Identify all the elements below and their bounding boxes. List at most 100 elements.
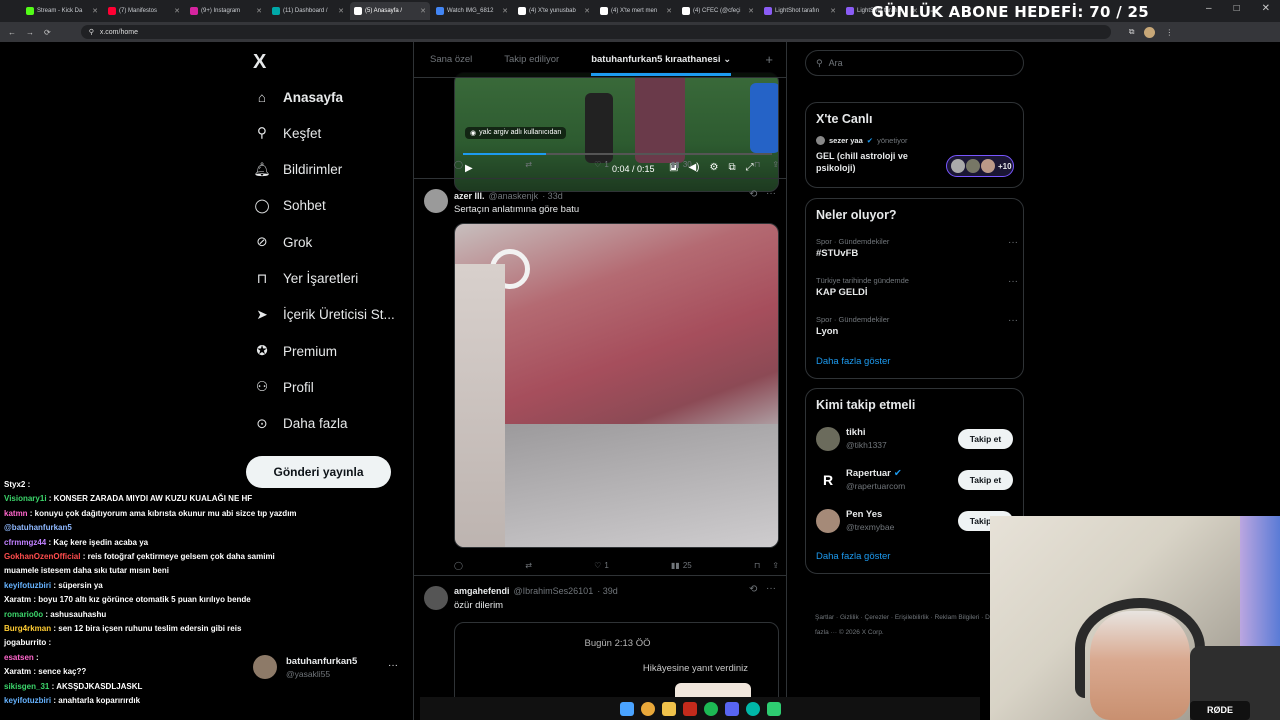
trend-more-icon[interactable]: ···: [1008, 276, 1018, 287]
host-name[interactable]: sezer yaa: [829, 136, 863, 145]
forward-icon[interactable]: →: [26, 28, 34, 37]
spotify-icon[interactable]: [703, 701, 718, 716]
bookmark-icon[interactable]: ⊓: [754, 160, 760, 169]
trend-item[interactable]: Türkiye tarihinde gündemde KAP GELDİ ···: [816, 276, 1018, 298]
views-action[interactable]: ▮▮ 30: [671, 160, 692, 169]
browser-tab[interactable]: Watch IMG_6812 ✕: [432, 2, 512, 20]
tweet-author-name[interactable]: azer III.: [454, 191, 485, 201]
trend-more-icon[interactable]: ···: [1008, 237, 1018, 248]
share-icon[interactable]: ⇪: [772, 160, 779, 169]
tweet-time[interactable]: · 39d: [597, 586, 618, 596]
tab-sana-ozel[interactable]: Sana özel: [430, 54, 472, 65]
tweet-more-icon[interactable]: ···: [766, 188, 776, 199]
footer-link[interactable]: Gizlilik: [840, 614, 859, 621]
close-window-icon[interactable]: ✕: [1262, 3, 1270, 14]
browser-tab[interactable]: (11) Dashboard / ✕: [268, 2, 348, 20]
trend-item[interactable]: Spor · Gündemdekiler Lyon ···: [816, 315, 1018, 337]
add-tab-icon[interactable]: +: [765, 52, 773, 67]
minimize-icon[interactable]: –: [1206, 3, 1212, 14]
nav-item-grok[interactable]: ⊘ Grok: [253, 233, 312, 251]
site-info-icon[interactable]: ⚲: [89, 28, 94, 36]
browser-tab[interactable]: (4) CFEC (@cfeçi ✕: [678, 2, 758, 20]
reload-icon[interactable]: ⟳: [44, 28, 51, 37]
chrome-icon[interactable]: [640, 701, 655, 716]
browser-menu-icon[interactable]: ⋮: [1165, 28, 1173, 37]
tweet-author-handle[interactable]: @anaskenjk: [489, 191, 539, 201]
browser-tab[interactable]: (5) Anasayfa / ✕: [350, 2, 430, 20]
nav-item-bookmark[interactable]: ⊓ Yer İşaretleri: [253, 270, 359, 288]
follow-button[interactable]: Takip et: [958, 470, 1013, 490]
windows-start-icon[interactable]: [619, 701, 634, 716]
trends-show-more[interactable]: Daha fazla göster: [816, 356, 890, 367]
follow-button[interactable]: Takip et: [958, 429, 1013, 449]
app-icon[interactable]: [745, 701, 760, 716]
trend-more-icon[interactable]: ···: [1008, 315, 1018, 326]
extensions-icon[interactable]: ⧉: [1129, 27, 1135, 37]
nav-item-more[interactable]: ⊙ Daha fazla: [253, 415, 347, 433]
browser-tab[interactable]: (4) X'te yunusbab ✕: [514, 2, 594, 20]
bookmark-icon[interactable]: ⊓: [754, 561, 760, 570]
browser-tab[interactable]: (7) Manifestos ✕: [104, 2, 184, 20]
reply-action[interactable]: ◯: [454, 160, 463, 169]
tab-close-icon[interactable]: ✕: [256, 7, 262, 15]
nav-item-search[interactable]: ⚲ Keşfet: [253, 124, 321, 142]
tweet-time[interactable]: · 33d: [542, 191, 563, 201]
nav-item-chat[interactable]: ◯ Sohbet: [253, 197, 325, 215]
nav-item-person[interactable]: ⚇ Profil: [253, 378, 314, 396]
tab-list-kiraathanesi[interactable]: batuhanfurkan5 kıraathanesi ⌄: [591, 44, 732, 76]
tab-takip-ediliyor[interactable]: Takip ediliyor: [504, 54, 559, 65]
views-action[interactable]: ▮▮ 25: [671, 561, 692, 570]
tweet-1[interactable]: azer III. @anaskenjk · 33d ⟲ ··· Sertaçı…: [414, 178, 786, 578]
tab-close-icon[interactable]: ✕: [666, 7, 672, 15]
search-box[interactable]: ⚲ Ara: [805, 50, 1024, 76]
reply-action[interactable]: ◯: [454, 561, 463, 570]
tab-close-icon[interactable]: ✕: [420, 7, 426, 15]
app-icon[interactable]: [682, 701, 697, 716]
tweet-video[interactable]: [454, 223, 779, 548]
tweet-avatar[interactable]: [424, 189, 448, 213]
space-title[interactable]: GEL (chill astroloji ve psikoloji): [816, 150, 931, 174]
tab-close-icon[interactable]: ✕: [502, 7, 508, 15]
tweet-author-name[interactable]: amgahefendi: [454, 586, 510, 596]
tab-close-icon[interactable]: ✕: [174, 7, 180, 15]
tab-close-icon[interactable]: ✕: [338, 7, 344, 15]
repost-action[interactable]: ⇄: [525, 160, 532, 169]
share-icon[interactable]: ⇪: [772, 561, 779, 570]
repost-action[interactable]: ⇄: [525, 561, 532, 570]
video-progress-bar[interactable]: [463, 153, 772, 155]
like-action[interactable]: ♡ 1: [594, 160, 609, 169]
tab-close-icon[interactable]: ✕: [584, 7, 590, 15]
nav-item-premium[interactable]: ✪ Premium: [253, 342, 337, 360]
browser-tab[interactable]: LightShot tarafın ✕: [760, 2, 840, 20]
footer-link[interactable]: Şartlar: [815, 614, 834, 621]
footer-link[interactable]: Reklam Bilgileri: [935, 614, 980, 621]
profile-avatar[interactable]: [1144, 26, 1156, 38]
tab-close-icon[interactable]: ✕: [748, 7, 754, 15]
tweet-more-icon[interactable]: ···: [766, 583, 776, 594]
tweet-author-handle[interactable]: @IbrahimSes26101: [514, 586, 594, 596]
trend-item[interactable]: Spor · Gündemdekiler #STUvFB ···: [816, 237, 1018, 259]
space-listeners[interactable]: +10: [946, 155, 1014, 177]
grok-icon[interactable]: ⟲: [749, 584, 757, 595]
tweet-avatar[interactable]: [424, 586, 448, 610]
tab-close-icon[interactable]: ✕: [92, 7, 98, 15]
grok-icon[interactable]: ⟲: [749, 189, 757, 200]
nav-item-bell[interactable]: 🔔︎ Bildirimler: [253, 161, 342, 179]
footer-link[interactable]: Çerezler: [865, 614, 890, 621]
browser-tab[interactable]: (9+) Instagram ✕: [186, 2, 266, 20]
footer-link[interactable]: Erişilebilirlik: [895, 614, 929, 621]
nav-item-home[interactable]: ⌂ Anasayfa: [253, 88, 343, 106]
browser-tab[interactable]: Stream - Kick Da ✕: [22, 2, 102, 20]
discord-icon[interactable]: [724, 701, 739, 716]
follow-show-more[interactable]: Daha fazla göster: [816, 551, 890, 562]
url-field[interactable]: ⚲ x.com/home: [80, 25, 1111, 39]
file-explorer-icon[interactable]: [661, 701, 676, 716]
app-icon[interactable]: [766, 701, 781, 716]
back-icon[interactable]: ←: [8, 28, 16, 37]
x-logo[interactable]: X: [253, 51, 266, 74]
nav-item-rocket[interactable]: ➤ İçerik Üreticisi St...: [253, 306, 394, 324]
maximize-icon[interactable]: □: [1234, 3, 1240, 14]
like-action[interactable]: ♡ 1: [594, 561, 609, 570]
top-video-player[interactable]: ◉ yalc argiv adlı kullanıcıdan ▶ 0:04 / …: [454, 72, 779, 192]
tab-close-icon[interactable]: ✕: [830, 7, 836, 15]
